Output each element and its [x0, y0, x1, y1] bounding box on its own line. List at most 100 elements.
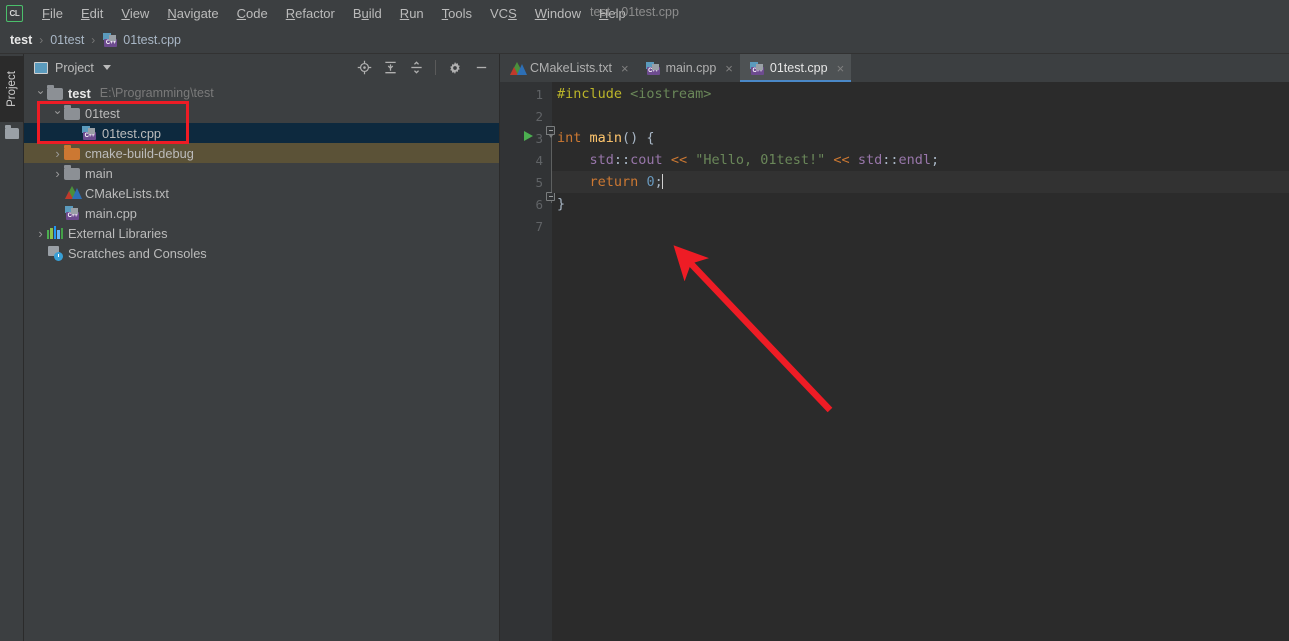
breadcrumb-label: test: [10, 32, 33, 47]
cpp-badge: C++: [750, 66, 764, 75]
menu-item-vcs[interactable]: VCS: [481, 3, 526, 24]
code-line-1[interactable]: #include <iostream>: [552, 83, 1289, 105]
tree-row-label: main.cpp: [85, 205, 137, 221]
tree-row[interactable]: main: [24, 163, 499, 183]
breadcrumb-separator: ›: [91, 32, 96, 47]
code-line-4[interactable]: std::cout << "Hello, 01test!" << std::en…: [552, 149, 1289, 171]
expand-all-button[interactable]: [378, 57, 402, 79]
chevron-down-icon[interactable]: [51, 106, 64, 120]
tree-row-label: 01test.cpp: [102, 125, 162, 141]
cpp-badge: C++: [104, 38, 118, 47]
library-bar: [53, 226, 57, 239]
text-caret: [661, 174, 664, 189]
crosshair-icon: [357, 60, 371, 75]
menu-mnemonic: S: [508, 5, 517, 21]
menu-item-edit[interactable]: Edit: [72, 3, 112, 24]
menu-items-container: File Edit View Navigate Code Refactor Build Run…: [33, 3, 635, 24]
close-icon[interactable]: ×: [621, 62, 629, 75]
chevron-right-icon[interactable]: [51, 166, 64, 181]
cpp-file-icon: C++: [102, 32, 118, 48]
rail-tab-project-label: Project: [6, 71, 19, 107]
code-token: ::: [882, 152, 899, 168]
project-panel: Project ⌄ test E:\Programming\test ⌄ 01t…: [24, 54, 500, 641]
project-panel-title: Project: [55, 60, 94, 75]
editor-tab-label: main.cpp: [665, 61, 717, 75]
cpp-file-icon: C++: [64, 205, 80, 221]
tree-row[interactable]: cmake-build-debug: [24, 143, 499, 163]
chevron-right-icon[interactable]: [51, 146, 64, 161]
editor-gutter[interactable]: 1234567: [500, 82, 555, 641]
menu-mnemonic: u: [361, 5, 369, 21]
code-token: std: [857, 152, 883, 168]
libraries-icon: [47, 225, 63, 241]
cmake-triangle: [510, 61, 527, 75]
menu-item-file[interactable]: File: [33, 3, 72, 24]
menu-mnemonic: R: [285, 5, 296, 21]
code-token: "Hello, 01test!": [695, 152, 826, 168]
menu-mnemonic: W: [534, 5, 548, 21]
breadcrumb-segment-2[interactable]: C++ 01test.cpp: [102, 32, 181, 48]
editor-tab-0[interactable]: CMakeLists.txt ×: [500, 54, 636, 82]
tree-row-label: Scratches and Consoles: [68, 245, 207, 261]
folder-icon: [64, 165, 80, 180]
tree-row[interactable]: Scratches and Consoles: [24, 243, 499, 263]
project-tree: test E:\Programming\test 01test C++ 01test.c…: [24, 81, 499, 641]
breadcrumb-segment-1[interactable]: 01test: [50, 33, 84, 47]
locate-in-tree-button[interactable]: [352, 57, 376, 79]
close-icon[interactable]: ×: [837, 62, 845, 75]
menu-item-view[interactable]: View: [112, 3, 158, 24]
tree-row[interactable]: C++ 01test.cpp: [24, 123, 499, 143]
menu-item-code[interactable]: Code: [228, 3, 277, 24]
settings-button[interactable]: [443, 57, 467, 79]
run-main-icon[interactable]: [524, 131, 533, 141]
project-view-icon: [34, 61, 48, 74]
code-line-5[interactable]: return 0;: [552, 171, 1289, 193]
code-line-6[interactable]: }: [552, 193, 1289, 215]
menu-item-tools[interactable]: Tools: [433, 3, 481, 24]
tree-row-label: CMakeLists.txt: [85, 185, 169, 201]
menu-item-build[interactable]: Build: [344, 3, 391, 24]
tree-row[interactable]: CMakeLists.txt: [24, 183, 499, 203]
chevron-down-icon[interactable]: [102, 65, 111, 70]
menu-item-window[interactable]: Window: [526, 3, 590, 24]
chevron-down-icon[interactable]: [34, 86, 47, 100]
menu-mnemonic: V: [121, 5, 130, 21]
editor-tab-2[interactable]: C++ 01test.cpp ×: [739, 54, 852, 82]
menu-item-navigate[interactable]: Navigate: [158, 3, 227, 24]
collapse-all-button[interactable]: [404, 57, 428, 79]
scratches-icon: [47, 245, 63, 261]
tree-row[interactable]: C++ main.cpp: [24, 203, 499, 223]
clock-badge: [54, 252, 63, 261]
cmake-file-icon: [64, 185, 82, 201]
tree-row[interactable]: External Libraries: [24, 223, 499, 243]
code-token: std: [589, 152, 614, 168]
menu-item-run[interactable]: Run: [391, 3, 433, 24]
menu-item-refactor[interactable]: Refactor: [277, 3, 344, 24]
code-text[interactable]: #include <iostream> int main() { std::co…: [552, 82, 1289, 641]
close-icon[interactable]: ×: [725, 62, 733, 75]
code-line-7[interactable]: [552, 215, 1289, 237]
chevron-right-icon[interactable]: [34, 226, 47, 241]
breadcrumb-separator: ›: [39, 32, 44, 47]
code-line-3[interactable]: int main() {: [552, 127, 1289, 149]
cpp-badge: C++: [66, 212, 79, 220]
folder-excluded-icon: [64, 145, 80, 160]
breadcrumb-segment-0[interactable]: test: [10, 33, 32, 47]
menu-bar: CL File Edit View Navigate Code Refactor Build…: [0, 0, 1289, 26]
menu-mnemonic: N: [167, 5, 177, 21]
editor-tab-1[interactable]: C++ main.cpp ×: [636, 54, 740, 82]
editor-tab-label: 01test.cpp: [769, 61, 828, 75]
tree-row-label: main: [85, 165, 113, 181]
cpp-file-icon: C++: [645, 61, 660, 76]
folder-icon[interactable]: [5, 125, 19, 139]
tree-row[interactable]: 01test: [24, 103, 499, 123]
code-line-2[interactable]: [552, 105, 1289, 127]
rail-tab-project[interactable]: Project: [0, 56, 24, 122]
code-view: 1234567 #include <iostream> int main() {…: [500, 82, 1289, 641]
tree-row[interactable]: test E:\Programming\test: [24, 83, 499, 103]
library-bar: [47, 230, 50, 239]
hide-panel-button[interactable]: [469, 57, 493, 79]
code-token: }: [557, 196, 566, 212]
